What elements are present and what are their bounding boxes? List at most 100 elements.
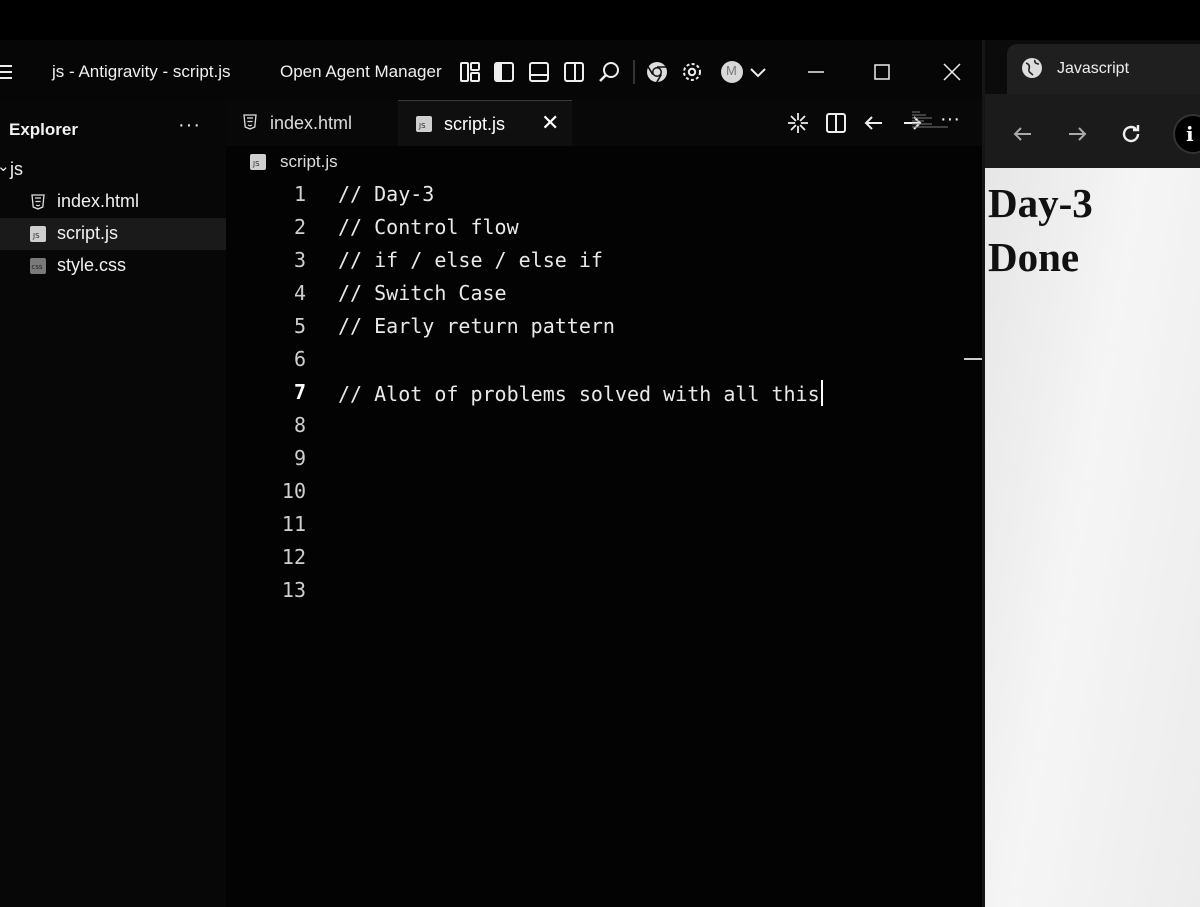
css-file-icon: CSS [30,258,46,274]
line-number: 8 [293,413,306,437]
chevron-down-icon[interactable] [746,60,770,84]
code-line[interactable]: 10 [226,473,906,506]
file-label: index.html [57,191,140,211]
window-title: js - Antigravity - script.js [52,62,231,81]
back-icon[interactable] [1011,122,1035,146]
svg-text:CSS: CSS [32,265,43,271]
code-line[interactable]: 13 [226,572,906,605]
scrollbar-marker[interactable] [964,358,982,360]
code-line[interactable]: 11 [226,506,906,539]
js-file-icon: JS [250,154,266,170]
code-line[interactable]: 6 [226,341,906,374]
file-label: script.js [57,223,119,243]
sparkle-icon[interactable] [786,111,810,135]
html-file-icon [30,194,46,210]
line-number: 10 [281,479,306,503]
ide-window: js - Antigravity - script.js Open Agent … [0,40,985,907]
code-line[interactable]: 2 // Control flow [226,209,906,242]
line-number: 12 [281,545,306,569]
line-number: 3 [293,248,306,272]
arrow-left-icon[interactable] [862,111,886,135]
js-file-icon: JS [416,116,432,132]
minimap[interactable] [912,110,958,128]
breadcrumb-file[interactable]: script.js [280,152,338,172]
close-icon[interactable] [940,60,964,84]
site-info-icon[interactable]: i [1173,114,1200,154]
code-text[interactable]: // Day-3 [338,182,434,206]
explorer-sidebar: Explorer ··· ⌄ js index.html JS script.j… [0,100,226,907]
browser-tab-title: Javascript [1057,60,1130,77]
browser-viewport: Day-3 Done [985,168,1200,907]
code-text[interactable]: // if / else / else if [338,248,603,272]
titlebar-divider [633,60,635,84]
code-line[interactable]: 8 [226,407,906,440]
explorer-title: Explorer [9,120,78,139]
globe-icon [1021,57,1043,79]
avatar-initial: M [726,63,737,78]
line-number: 13 [281,578,306,602]
sidebar-toggle-icon[interactable] [492,60,516,84]
open-agent-manager-button[interactable]: Open Agent Manager [280,62,442,82]
code-line[interactable]: 1 // Day-3 [226,176,906,209]
site-info-label: i [1186,122,1194,146]
code-text[interactable]: // Switch Case [338,281,507,305]
explorer-more-button[interactable]: ··· [178,114,201,137]
code-line[interactable]: 9 [226,440,906,473]
tab-label: script.js [444,114,506,134]
tab-index-html[interactable]: index.html [226,100,398,146]
svg-text:JS: JS [252,160,260,168]
code-line[interactable]: 4 // Switch Case [226,275,906,308]
page-heading: Day-3 Done [988,180,1093,280]
line-number: 7 [293,380,306,404]
hamburger-icon[interactable] [0,60,18,84]
browser-tab[interactable]: Javascript [1007,44,1200,94]
forward-icon[interactable] [1065,122,1089,146]
line-number: 1 [293,182,306,206]
minimize-icon[interactable] [804,60,828,84]
code-text[interactable]: // Alot of problems solved with all this [338,380,823,406]
chevron-down-icon: ⌄ [0,158,10,175]
line-number: 9 [293,446,306,470]
line-number: 6 [293,347,306,371]
ide-titlebar: js - Antigravity - script.js Open Agent … [0,40,985,100]
code-line[interactable]: 12 [226,539,906,572]
gear-icon[interactable] [680,60,704,84]
folder-label: js [10,159,23,179]
tab-script-js[interactable]: JS script.js ✕ [398,100,572,146]
split-editor-icon[interactable] [562,60,586,84]
file-item-style-css[interactable]: CSS style.css [0,250,226,282]
code-text[interactable]: // Control flow [338,215,519,239]
svg-text:JS: JS [418,122,426,130]
line-number: 4 [293,281,306,305]
browser-window: Javascript i Day-3 Done [982,40,1200,907]
editor-area: index.html JS script.js ✕ ··· JS script.… [226,100,985,907]
code-line[interactable]: 3 // if / else / else if [226,242,906,275]
tab-label: index.html [270,113,353,133]
js-file-icon: JS [30,226,46,242]
line-number: 5 [293,314,306,338]
browser-toolbar: i [985,94,1200,170]
line-number: 2 [293,215,306,239]
search-icon[interactable] [597,60,621,84]
chrome-icon[interactable] [645,60,669,84]
avatar[interactable]: M [720,60,744,84]
editor-tabbar: index.html JS script.js ✕ ··· [226,100,985,146]
code-line[interactable]: 5 // Early return pattern [226,308,906,341]
split-editor-icon[interactable] [824,111,848,135]
code-line[interactable]: 7 // Alot of problems solved with all thi… [226,374,906,407]
close-icon[interactable]: ✕ [541,110,559,136]
line-number: 11 [281,512,306,536]
file-item-script-js[interactable]: JS script.js [0,218,226,250]
file-item-index-html[interactable]: index.html [0,186,226,218]
html-file-icon [242,114,258,130]
file-label: style.css [57,255,127,275]
reload-icon[interactable] [1119,122,1143,146]
code-text[interactable]: // Early return pattern [338,314,615,338]
layout-icon[interactable] [458,60,482,84]
panel-toggle-icon[interactable] [527,60,551,84]
svg-text:JS: JS [32,232,40,240]
folder-js[interactable]: ⌄ js [0,154,226,186]
maximize-icon[interactable] [870,60,894,84]
code-editor[interactable]: 1 // Day-3 2 // Control flow 3 // if / else /… [226,176,906,605]
text-caret [820,380,823,406]
